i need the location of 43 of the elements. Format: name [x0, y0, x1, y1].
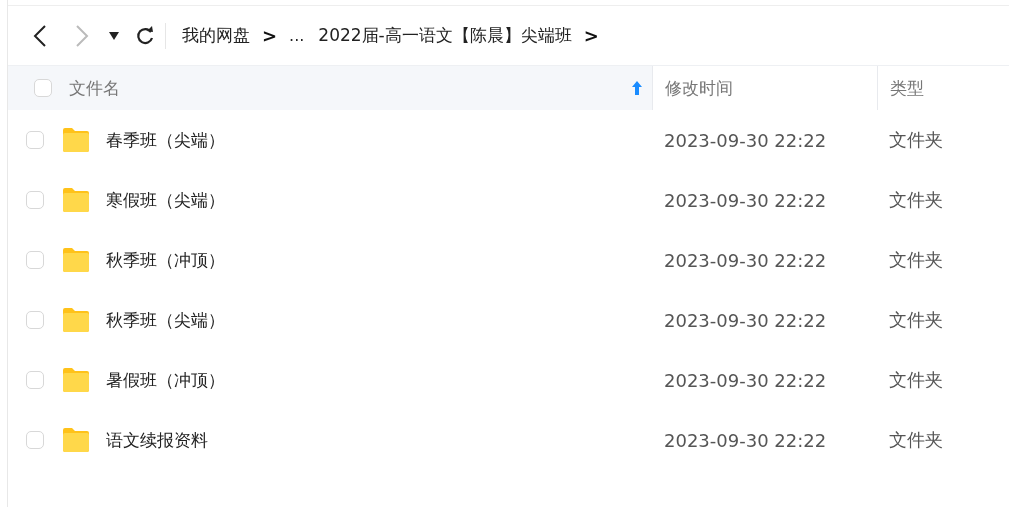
file-type: 文件夹 — [888, 308, 944, 332]
file-name[interactable]: 寒假班（尖端） — [106, 188, 225, 212]
modified-time: 2023-09-30 22:22 — [663, 369, 828, 391]
modified-time: 2023-09-30 22:22 — [663, 249, 828, 271]
modified-time: 2023-09-30 22:22 — [663, 429, 828, 451]
modified-time: 2023-09-30 22:22 — [663, 129, 828, 151]
file-type: 文件夹 — [888, 128, 944, 152]
dropdown-caret-icon[interactable] — [109, 31, 119, 40]
refresh-icon[interactable] — [135, 25, 155, 46]
row-checkbox[interactable] — [26, 131, 44, 149]
file-type: 文件夹 — [888, 188, 944, 212]
file-name[interactable]: 秋季班（冲顶） — [106, 248, 225, 272]
folder-icon — [61, 187, 91, 213]
column-header[interactable]: 修改时间 — [665, 76, 733, 100]
folder-icon — [61, 307, 91, 333]
folder-icon — [61, 427, 91, 453]
breadcrumb-separator: > — [583, 25, 599, 46]
column-header[interactable]: 文件名 — [69, 76, 632, 100]
select-all-checkbox[interactable] — [34, 79, 52, 97]
file-name[interactable]: 春季班（尖端） — [106, 128, 225, 152]
row-checkbox[interactable] — [26, 251, 44, 269]
back-icon[interactable] — [33, 23, 47, 48]
column-header[interactable]: 类型 — [890, 76, 924, 100]
breadcrumb-separator: > — [262, 25, 278, 46]
file-name[interactable]: 语文续报资料 — [106, 428, 208, 452]
file-type: 文件夹 — [888, 248, 944, 272]
folder-icon — [61, 127, 91, 153]
modified-time: 2023-09-30 22:22 — [663, 189, 828, 211]
row-checkbox[interactable] — [26, 371, 44, 389]
sort-arrow-icon[interactable] — [632, 81, 642, 95]
breadcrumb-link[interactable]: 我的网盘 — [182, 24, 250, 47]
row-checkbox[interactable] — [26, 431, 44, 449]
file-type: 文件夹 — [888, 428, 944, 452]
breadcrumb-link[interactable]: 2022届-高一语文【陈晨】尖端班 — [318, 24, 572, 47]
row-checkbox[interactable] — [26, 191, 44, 209]
modified-time: 2023-09-30 22:22 — [663, 309, 828, 331]
breadcrumb-ellipsis[interactable]: ... — [289, 26, 305, 45]
file-name[interactable]: 秋季班（尖端） — [106, 308, 225, 332]
file-type: 文件夹 — [888, 368, 944, 392]
row-checkbox[interactable] — [26, 311, 44, 329]
folder-icon — [61, 247, 91, 273]
folder-icon — [61, 367, 91, 393]
file-name[interactable]: 暑假班（冲顶） — [106, 368, 225, 392]
